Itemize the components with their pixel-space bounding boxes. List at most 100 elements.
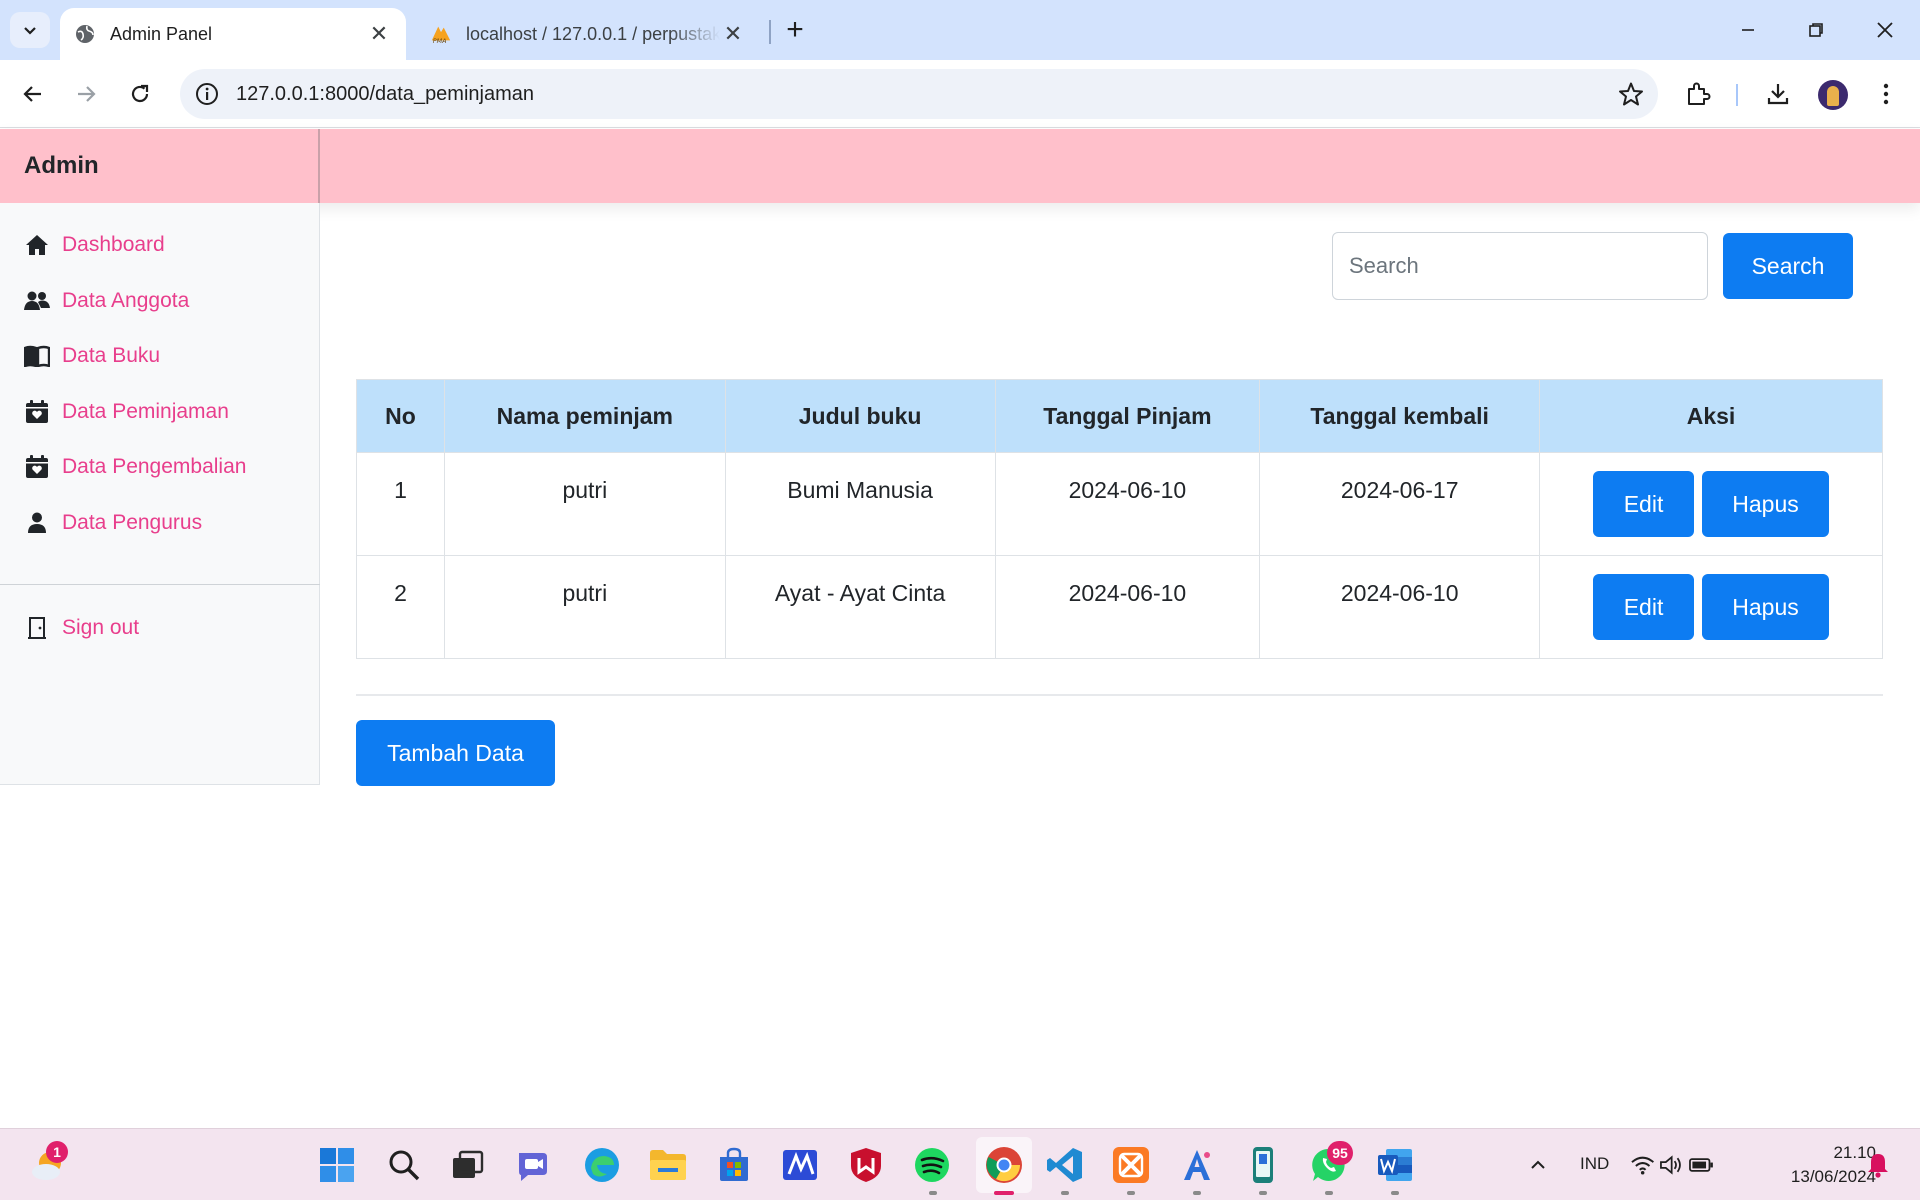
running-indicator [1391, 1191, 1399, 1195]
site-info-icon[interactable] [194, 81, 220, 107]
new-tab-button[interactable]: + [778, 12, 812, 48]
sidebar-item-data-pengurus[interactable]: Data Pengurus [24, 503, 202, 543]
folder-icon [650, 1150, 686, 1180]
quick-settings-button[interactable] [1630, 1143, 1714, 1187]
tab-title: localhost / 127.0.0.1 / perpustakaan [466, 23, 720, 44]
restore-button[interactable] [1790, 10, 1842, 50]
close-icon [1877, 22, 1893, 38]
cell-no: 2 [356, 555, 445, 659]
clock-date: 13/06/2024 [1790, 1167, 1876, 1186]
phone-link-app[interactable] [1241, 1143, 1285, 1187]
bookmark-star-icon[interactable] [1618, 81, 1644, 107]
weather-badge: 1 [46, 1141, 68, 1163]
search-input[interactable] [1332, 232, 1708, 300]
show-hidden-icons-button[interactable] [1518, 1143, 1558, 1187]
forward-button[interactable] [66, 74, 106, 114]
add-data-button[interactable]: Tambah Data [356, 720, 555, 786]
running-indicator [1127, 1191, 1135, 1195]
wifi-icon [1631, 1156, 1654, 1175]
teams-app[interactable] [513, 1143, 557, 1187]
calendar-heart-icon [24, 399, 50, 425]
cell-judul-buku: Ayat - Ayat Cinta [724, 555, 996, 659]
sidebar-item-label: Data Pengurus [62, 511, 203, 534]
sidebar-item-data-buku[interactable]: Data Buku [24, 336, 160, 376]
delete-button[interactable]: Hapus [1702, 471, 1830, 537]
tab-title: Admin Panel [110, 23, 213, 44]
profile-avatar[interactable] [1818, 80, 1848, 110]
language-indicator[interactable]: IND [1580, 1154, 1609, 1174]
running-indicator [1259, 1191, 1267, 1195]
reload-button[interactable] [120, 74, 160, 114]
windows-icon [320, 1148, 354, 1182]
delete-button[interactable]: Hapus [1702, 574, 1830, 640]
edit-button[interactable]: Edit [1593, 574, 1695, 640]
table-row: 1 putri Bumi Manusia 2024-06-10 2024-06-… [356, 452, 1883, 556]
cell-tanggal-kembali: 2024-06-17 [1259, 452, 1541, 556]
back-button[interactable] [13, 74, 53, 114]
bell-icon [1868, 1154, 1888, 1178]
browser-menu-button[interactable] [1868, 76, 1904, 112]
edge-app[interactable] [580, 1143, 624, 1187]
word-app[interactable] [1373, 1143, 1417, 1187]
book-icon [24, 343, 50, 369]
cell-tanggal-pinjam: 2024-06-10 [994, 555, 1261, 659]
file-explorer-app[interactable] [646, 1143, 690, 1187]
sidebar-item-data-peminjaman[interactable]: Data Peminjaman [24, 392, 229, 432]
ai-app[interactable] [778, 1143, 822, 1187]
notifications-button[interactable] [1860, 1143, 1896, 1187]
sidebar-item-data-pengembalian[interactable]: Data Pengembalian [24, 447, 246, 487]
extensions-button[interactable] [1680, 76, 1716, 112]
home-icon [24, 232, 50, 258]
running-indicator [1325, 1191, 1333, 1195]
edit-button[interactable]: Edit [1593, 471, 1695, 537]
minimize-icon [1742, 29, 1754, 31]
tab-admin-panel[interactable]: Admin Panel ✕ [60, 8, 406, 60]
running-indicator [929, 1191, 937, 1195]
running-indicator [1193, 1191, 1201, 1195]
user-icon [24, 510, 50, 536]
brand-title[interactable]: Admin [0, 129, 320, 203]
volume-icon [1660, 1155, 1682, 1175]
mcafee-app[interactable] [844, 1143, 888, 1187]
chevron-down-icon [24, 27, 36, 35]
toolbar-divider [1736, 84, 1738, 106]
active-indicator [994, 1191, 1014, 1195]
clock[interactable]: 21.10 13/06/2024 [1746, 1141, 1876, 1189]
cell-aksi: Edit Hapus [1539, 555, 1883, 659]
minimize-button[interactable] [1722, 10, 1774, 50]
taskbar-search[interactable] [382, 1143, 426, 1187]
xampp-app[interactable] [1109, 1143, 1153, 1187]
sidebar-item-data-anggota[interactable]: Data Anggota [24, 281, 189, 321]
chrome-icon [986, 1147, 1022, 1183]
taskbar: 1 95 IND 21.10 13/06/2024 [0, 1128, 1920, 1200]
sidebar-item-dashboard[interactable]: Dashboard [24, 225, 165, 265]
store-app[interactable] [712, 1143, 756, 1187]
search-button[interactable]: Search [1723, 233, 1853, 299]
close-tab-icon[interactable]: ✕ [366, 21, 392, 47]
tab-search-button[interactable] [10, 12, 50, 48]
phone-icon [1253, 1147, 1273, 1183]
close-window-button[interactable] [1859, 10, 1911, 50]
sidebar-item-sign-out[interactable]: Sign out [24, 608, 139, 648]
table-row: 2 putri Ayat - Ayat Cinta 2024-06-10 202… [356, 555, 1883, 659]
chrome-app[interactable] [976, 1137, 1032, 1193]
cell-nama-peminjam: putri [443, 555, 726, 659]
task-view-button[interactable] [446, 1143, 490, 1187]
column-header-tanggal-pinjam: Tanggal Pinjam [994, 379, 1261, 453]
address-bar[interactable]: 127.0.0.1:8000/data_peminjaman [180, 69, 1658, 119]
downloads-button[interactable] [1760, 76, 1796, 112]
cell-tanggal-kembali: 2024-06-10 [1259, 555, 1541, 659]
door-icon [24, 615, 50, 641]
shield-icon [851, 1148, 881, 1182]
column-header-judul-buku: Judul buku [724, 379, 996, 453]
tab-phpmyadmin[interactable]: PMA localhost / 127.0.0.1 / perpustakaan… [416, 8, 760, 60]
start-button[interactable] [315, 1143, 359, 1187]
battery-icon [1688, 1158, 1713, 1172]
vscode-app[interactable] [1043, 1143, 1087, 1187]
close-tab-icon[interactable]: ✕ [720, 21, 746, 47]
spotify-app[interactable] [910, 1143, 954, 1187]
app-m-icon [783, 1150, 817, 1180]
cell-no: 1 [356, 452, 445, 556]
typing-app[interactable] [1175, 1143, 1219, 1187]
url-text[interactable]: 127.0.0.1:8000/data_peminjaman [236, 69, 534, 119]
